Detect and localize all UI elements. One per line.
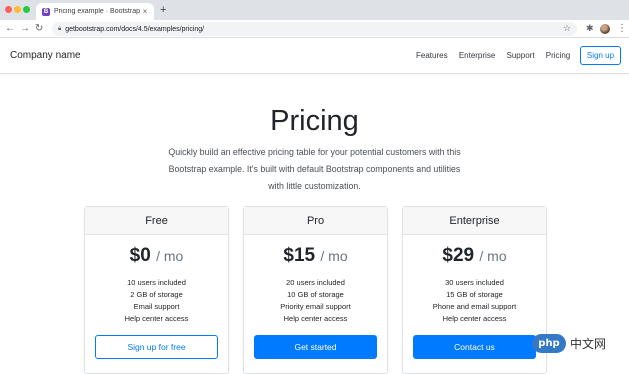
brand-name[interactable]: Company name: [10, 50, 81, 61]
header-sign-up-button[interactable]: Sign up: [580, 46, 621, 65]
price-amount: $29: [442, 245, 475, 266]
price-period: / mo: [320, 248, 348, 264]
minimize-window-button[interactable]: [14, 6, 21, 13]
forward-arrow-icon[interactable]: →: [20, 22, 30, 35]
tab-title: Pricing example · Bootstrap: [54, 8, 140, 15]
profile-avatar[interactable]: [600, 24, 610, 34]
star-icon[interactable]: ☆: [563, 23, 571, 34]
plan-price: $29 / mo: [403, 245, 546, 267]
feature-item: Help center access: [442, 314, 507, 323]
kebab-menu-icon[interactable]: ⋮: [617, 22, 627, 35]
maximize-window-button[interactable]: [23, 6, 30, 13]
hero-lead-line: Quickly build an effective pricing table…: [168, 147, 461, 157]
tab-close-icon[interactable]: ×: [140, 7, 150, 16]
bootstrap-favicon-icon: B: [42, 7, 50, 16]
feature-item: 10 GB of storage: [287, 290, 344, 299]
feature-item: 10 users included: [127, 278, 186, 287]
reload-icon[interactable]: ↻: [35, 22, 43, 35]
puzzle-icon[interactable]: ✱: [586, 23, 594, 34]
browser-tab[interactable]: B Pricing example · Bootstrap ×: [36, 3, 154, 20]
nav-link-enterprise[interactable]: Enterprise: [459, 51, 495, 60]
address-bar[interactable]: 🔒︎ getbootstrap.com/docs/4.5/examples/pr…: [52, 22, 577, 36]
nav-link-support[interactable]: Support: [507, 51, 535, 60]
plan-name: Free: [85, 207, 228, 235]
feature-item: Help center access: [283, 314, 348, 323]
lock-icon[interactable]: 🔒︎: [58, 26, 61, 33]
feature-item: 15 GB of storage: [446, 290, 503, 299]
plan-name: Enterprise: [403, 207, 546, 235]
plan-price: $15 / mo: [244, 245, 387, 267]
php-logo-icon: php: [532, 333, 566, 353]
feature-list: 30 users included 15 GB of storage Phone…: [403, 277, 546, 325]
pricing-card-free: Free $0 / mo 10 users included 2 GB of s…: [84, 206, 229, 374]
nav-link-features[interactable]: Features: [416, 51, 448, 60]
browser-toolbar: ← → ↻ 🔒︎ getbootstrap.com/docs/4.5/examp…: [0, 20, 629, 38]
browser-tab-strip: B Pricing example · Bootstrap × +: [0, 0, 629, 20]
feature-item: 20 users included: [286, 278, 345, 287]
hero-lead-line: with little customization.: [268, 181, 361, 191]
back-arrow-icon[interactable]: ←: [5, 22, 15, 35]
feature-item: Phone and email support: [432, 302, 517, 311]
sign-up-for-free-button[interactable]: Sign up for free: [95, 335, 218, 359]
feature-item: 2 GB of storage: [130, 290, 183, 299]
contact-us-button[interactable]: Contact us: [413, 335, 536, 359]
plan-price: $0 / mo: [85, 245, 228, 267]
feature-item: Help center access: [124, 314, 189, 323]
feature-list: 10 users included 2 GB of storage Email …: [85, 277, 228, 325]
price-period: / mo: [479, 248, 507, 264]
site-header: Company name Features Enterprise Support…: [0, 38, 629, 74]
price-period: / mo: [156, 248, 184, 264]
feature-item: Priority email support: [280, 302, 351, 311]
new-tab-button[interactable]: +: [160, 4, 166, 16]
watermark-text: 中文网: [570, 336, 607, 351]
hero-lead: Quickly build an effective pricing table…: [150, 144, 479, 195]
price-amount: $0: [129, 245, 151, 266]
feature-item: Email support: [133, 302, 180, 311]
price-amount: $15: [283, 245, 316, 266]
feature-list: 20 users included 10 GB of storage Prior…: [244, 277, 387, 325]
pricing-card-pro: Pro $15 / mo 20 users included 10 GB of …: [243, 206, 388, 374]
plan-name: Pro: [244, 207, 387, 235]
get-started-button[interactable]: Get started: [254, 335, 377, 359]
close-window-button[interactable]: [5, 6, 12, 13]
pricing-card-enterprise: Enterprise $29 / mo 30 users included 15…: [402, 206, 547, 374]
hero-lead-line: Bootstrap example. It's built with defau…: [168, 164, 461, 174]
php-cn-watermark: php 中文网: [532, 333, 606, 353]
page-title: Pricing: [270, 105, 359, 137]
main-nav: Features Enterprise Support Pricing: [416, 51, 579, 60]
url-text: getbootstrap.com/docs/4.5/examples/prici…: [65, 25, 205, 33]
feature-item: 30 users included: [445, 278, 504, 287]
nav-link-pricing[interactable]: Pricing: [546, 51, 570, 60]
